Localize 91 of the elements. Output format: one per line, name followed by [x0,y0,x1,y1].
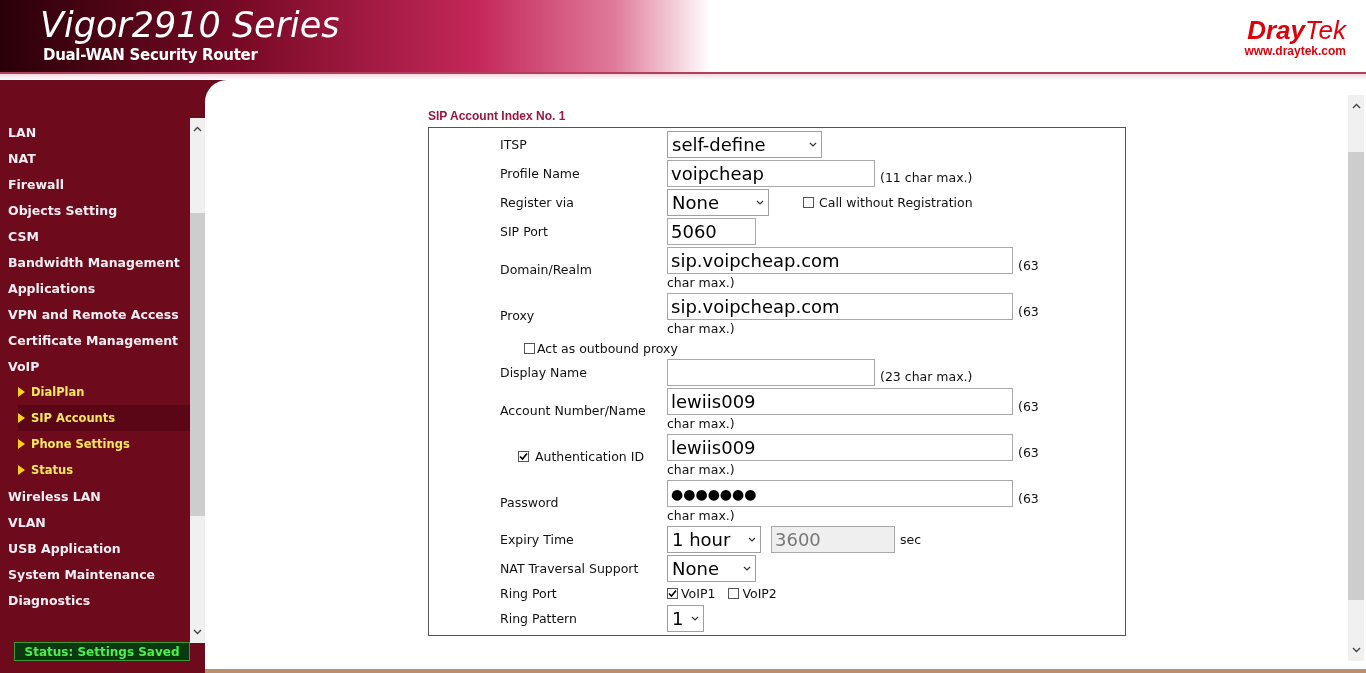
nav-item[interactable]: Objects Setting [0,197,190,223]
char-limit-note: (63 [1018,257,1039,274]
input-field[interactable]: voipcheap [667,160,875,187]
triangle-right-icon [18,439,25,449]
select-dropdown[interactable]: 1 [667,605,704,632]
unit-label: sec [900,531,922,549]
chevron-down-icon[interactable] [193,629,202,635]
select-dropdown[interactable]: self-define [667,131,822,158]
field-label: SIP Port [500,224,548,239]
checkbox-label: VoIP2 [742,586,777,601]
select-dropdown[interactable]: None [667,555,756,582]
brand-logo: DrayTek [1247,16,1346,44]
scrollbar-thumb[interactable] [190,213,205,516]
field-label: Ring Port [500,586,557,601]
chevron-down-icon[interactable] [1351,647,1361,653]
chevron-down-icon [756,200,764,205]
field-label: NAT Traversal Support [500,561,639,576]
nav-item[interactable]: LAN [0,119,190,145]
section-title: SIP Account Index No. 1 [428,109,567,123]
input-field[interactable] [667,359,875,386]
nav-item[interactable]: VLAN [0,509,190,535]
chevron-up-icon[interactable] [193,126,202,132]
select-dropdown[interactable]: None [667,189,769,216]
chevron-down-icon [809,142,817,147]
website-link[interactable]: www.draytek.com [1244,44,1346,58]
char-limit-note: (63 [1018,303,1039,320]
checkbox-label: VoIP1 [681,586,716,601]
char-limit-note: char max.) [667,274,736,291]
field-label: Ring Pattern [500,611,577,626]
product-title: Vigor2910 Series [40,4,340,46]
char-limit-note: (11 char max.) [880,170,973,185]
nav-subitem[interactable]: SIP Accounts [18,405,190,431]
input-field[interactable]: lewiis009 [667,434,1013,461]
field-label: Account Number/Name [500,402,646,418]
nav-subitem[interactable]: DialPlan [18,379,190,405]
char-limit-note: (63 [1018,490,1039,507]
status-indicator: Status: Settings Saved [14,642,190,661]
triangle-right-icon [18,413,25,423]
nav-item[interactable]: System Maintenance [0,561,190,587]
char-limit-note: (23 char max.) [880,369,973,384]
nav-item[interactable]: NAT [0,145,190,171]
field-label: Proxy [500,307,535,323]
input-field[interactable]: sip.voipcheap.com [667,293,1013,320]
char-limit-note: char max.) [667,461,736,478]
char-limit-note: char max.) [667,507,736,524]
nav-item[interactable]: Applications [0,275,190,301]
triangle-right-icon [18,465,25,475]
nav-item[interactable]: Wireless LAN [0,483,190,509]
triangle-right-icon [18,387,25,397]
field-label: Display Name [500,365,587,380]
chevron-down-icon [748,537,756,542]
nav-item[interactable]: VoIP [0,353,190,379]
select-dropdown[interactable]: 1 hour [667,526,761,553]
nav-item[interactable]: Certificate Management [0,327,190,353]
nav-subitem[interactable]: Status [18,457,190,483]
nav-item[interactable]: USB Application [0,535,190,561]
checkbox[interactable] [518,450,529,462]
char-limit-note: char max.) [667,415,736,432]
nav-item[interactable]: CSM [0,223,190,249]
checkbox[interactable] [803,197,814,208]
input-field[interactable]: sip.voipcheap.com [667,247,1013,274]
checkbox-label: Act as outbound proxy [537,340,678,356]
input-field[interactable]: ●●●●●●● [667,480,1013,507]
nav-subitem[interactable]: Phone Settings [18,431,190,457]
checkbox[interactable] [524,342,535,354]
scrollbar-thumb[interactable] [1348,152,1364,600]
field-label: Authentication ID [535,448,645,464]
field-label: Register via [500,195,574,210]
field-label: Profile Name [500,166,580,181]
field-label: Domain/Realm [500,261,592,277]
field-label: ITSP [500,137,527,152]
nav-item[interactable]: Firewall [0,171,190,197]
scrollbar[interactable] [190,118,205,643]
input-field[interactable]: lewiis009 [667,388,1013,415]
nav-item[interactable]: Diagnostics [0,587,190,613]
char-limit-note: (63 [1018,444,1039,461]
scrollbar[interactable] [1348,95,1364,661]
field-label: Expiry Time [500,532,574,547]
checkbox[interactable] [728,588,740,599]
chevron-down-icon [691,616,699,621]
nav-item[interactable]: VPN and Remote Access [0,301,190,327]
checkbox-label: Call without Registration [819,194,973,212]
chevron-up-icon[interactable] [1351,103,1361,109]
field-label: Password [500,494,559,510]
input-field[interactable]: 5060 [667,218,756,245]
nav-item[interactable]: Bandwidth Management [0,249,190,275]
char-limit-note: char max.) [667,320,736,337]
char-limit-note: (63 [1018,398,1039,415]
checkbox[interactable] [667,588,678,599]
chevron-down-icon [743,566,751,571]
product-subtitle: Dual-WAN Security Router [43,46,259,64]
